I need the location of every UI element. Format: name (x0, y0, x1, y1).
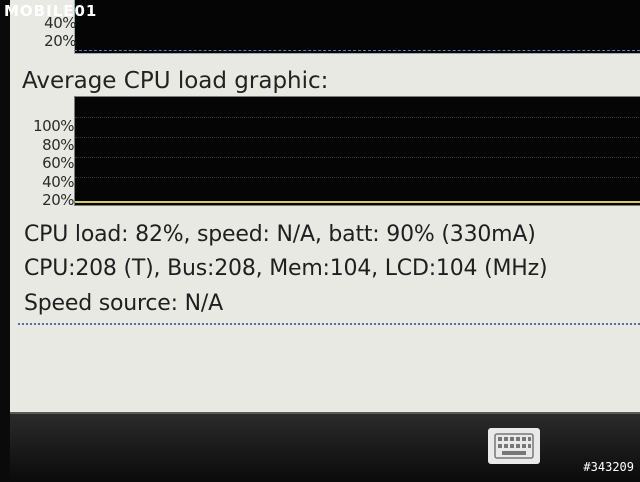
photo-id-watermark: #343209 (583, 460, 634, 474)
y-tick-label: 40% (42, 172, 74, 191)
y-tick-label: 60% (42, 154, 74, 172)
graph-baseline (75, 201, 640, 203)
average-cpu-graph-title: Average CPU load graphic: (22, 68, 329, 94)
app-screen: 40% 20% Average CPU load graphic: 100% 8… (10, 0, 640, 412)
keyboard-icon (494, 433, 534, 459)
y-tick-label: 20% (42, 191, 74, 209)
average-cpu-load-graph (74, 96, 640, 206)
grid-line (75, 177, 640, 178)
brand-logo: MOBILE01 (4, 2, 98, 20)
y-tick-label: 100% (33, 117, 74, 135)
average-graph-y-axis: 100% 80% 60% 40% 20% (22, 117, 74, 210)
cpu-load-graph (74, 0, 640, 54)
device-bezel (0, 0, 10, 480)
section-divider (18, 323, 640, 325)
speed-source-status: Speed source: N/A (24, 291, 223, 316)
y-tick-label: 80% (42, 135, 74, 154)
graph-separator (74, 50, 640, 51)
grid-line (75, 117, 640, 118)
cpu-load-status: CPU load: 82%, speed: N/A, batt: 90% (33… (24, 222, 536, 247)
grid-line (75, 137, 640, 138)
clock-speeds-status: CPU:208 (T), Bus:208, Mem:104, LCD:104 (… (24, 256, 548, 281)
grid-line (75, 157, 640, 158)
y-tick-label: 20% (44, 32, 76, 50)
taskbar (10, 412, 640, 482)
keyboard-button[interactable] (488, 428, 540, 464)
